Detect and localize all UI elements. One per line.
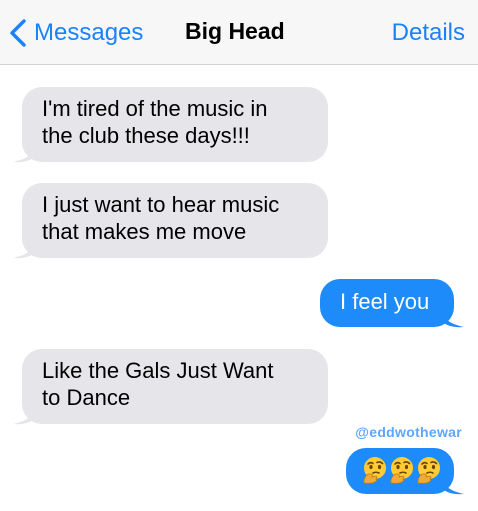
- back-label: Messages: [34, 19, 144, 46]
- message-line: Like the Gals Just Want: [42, 358, 274, 383]
- message-line: I just want to hear music: [42, 192, 280, 217]
- message-line: I feel you: [340, 289, 430, 314]
- thinking-face-emoji-icon: [417, 457, 440, 484]
- message-line: to Dance: [42, 385, 131, 410]
- message-bubble-incoming[interactable]: Like the Gals Just Want to Dance: [22, 349, 328, 424]
- message-line: that makes me move: [42, 219, 247, 244]
- bubble-tail: [440, 305, 464, 328]
- message-line: I'm tired of the music in: [42, 96, 268, 121]
- details-button[interactable]: Details: [392, 19, 465, 47]
- thinking-face-emoji-icon: [390, 457, 413, 484]
- bubble-tail: [13, 140, 37, 163]
- bubble-tail: [13, 236, 37, 259]
- watermark-handle: @eddwothewar: [355, 424, 462, 440]
- bubble-tail: [13, 402, 37, 425]
- message-bubble-outgoing[interactable]: I feel you: [320, 279, 454, 327]
- message-line: the club these days!!!: [42, 123, 250, 148]
- bubble-tail: [440, 472, 464, 495]
- nav-bar: Messages Big Head Details: [0, 0, 478, 65]
- contact-name: Big Head: [185, 18, 285, 44]
- message-bubble-incoming[interactable]: I'm tired of the music in the club these…: [22, 87, 328, 162]
- message-bubble-outgoing[interactable]: [346, 448, 454, 494]
- back-button[interactable]: Messages: [10, 16, 143, 50]
- message-bubble-incoming[interactable]: I just want to hear music that makes me …: [22, 183, 328, 258]
- thinking-face-emoji-icon: [363, 457, 386, 484]
- chevron-left-icon: [10, 19, 26, 47]
